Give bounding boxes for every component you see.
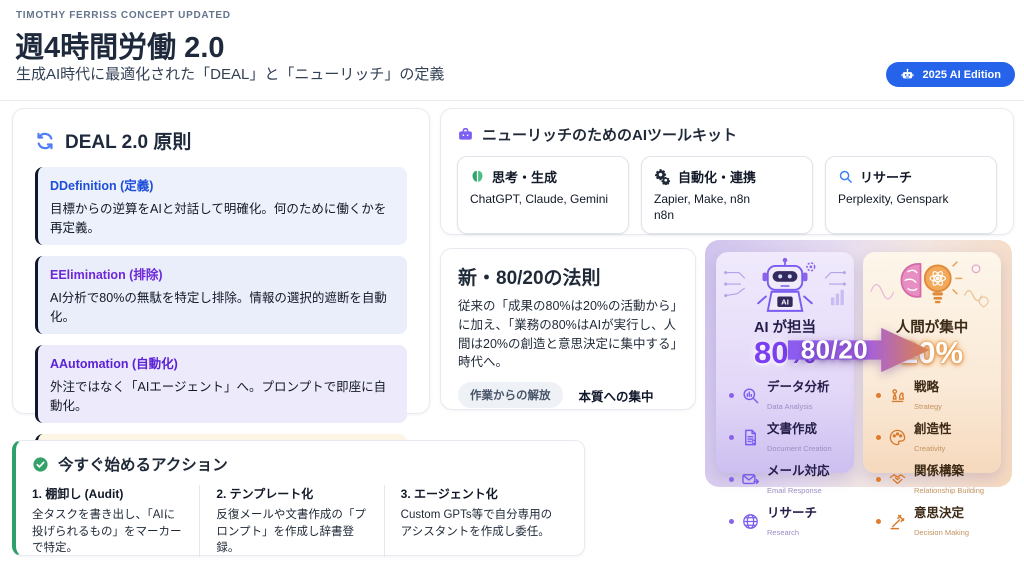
task-label-en: Research	[767, 528, 799, 537]
law-8020-card: 新・80/20の法則 従来の「成果の80%は20%の活動から」に加え、「業務の8…	[440, 248, 696, 410]
human-task-item: 創造性 Creativity	[876, 420, 1001, 456]
deal-item-definition: DDefinition (定義) 目標からの逆算をAIと対話して明確化。何のため…	[35, 167, 407, 245]
toolkit-card-title: 思考・生成	[492, 167, 557, 186]
deal-principles-card: DEAL 2.0 原則 DDefinition (定義) 目標からの逆算をAIと…	[12, 108, 430, 414]
law-tag-release: 作業からの解放	[458, 382, 563, 408]
toolkit-card-title: 自動化・連携	[678, 167, 756, 186]
task-label-en: Data Analysis	[767, 402, 812, 411]
ratio-label: 80/20	[788, 335, 882, 366]
bullet-dot	[729, 519, 734, 524]
task-label-jp: 意思決定	[914, 506, 964, 520]
toolkit-card-tools: Zapier, Make, n8n n8n	[654, 192, 800, 223]
task-label-jp: データ分析	[767, 380, 830, 394]
ai-task-item: リサーチ Research	[729, 504, 854, 540]
brain-bulb-illustration	[863, 257, 1001, 315]
decision-gavel-icon	[887, 511, 908, 532]
law-tag-focus: 本質への集中	[579, 386, 654, 405]
header-divider	[0, 100, 1024, 101]
check-circle-icon	[32, 456, 49, 473]
brain-icon	[470, 169, 485, 184]
deal-item-desc: 外注ではなく「AIエージェント」へ。プロンプトで即座に自動化。	[50, 376, 395, 414]
edition-badge: 2025 AI Edition	[886, 62, 1015, 87]
deal-item-desc: AI分析で80%の無駄を特定し排除。情報の選択的遮断を自動化。	[50, 287, 395, 325]
email-response-icon	[740, 469, 761, 490]
ratio-arrow: 80/20	[788, 326, 930, 374]
search-icon	[838, 169, 853, 184]
ai-task-item: メール対応 Email Response	[729, 462, 854, 498]
ai-task-item: データ分析 Data Analysis	[729, 378, 854, 414]
task-label-en: Relationship Building	[914, 486, 984, 495]
deal-item-title: AAutomation (自動化)	[50, 353, 395, 372]
page-subtitle: 生成AI時代に最適化された「DEAL」と「ニューリッチ」の定義	[16, 63, 444, 84]
actions-card: 今すぐ始めるアクション 1. 棚卸し (Audit) 全タスクを書き出し、「AI…	[12, 440, 585, 556]
task-label-en: Strategy	[914, 402, 942, 411]
human-task-item: 関係構築 Relationship Building	[876, 462, 1001, 498]
toolkit-heading: ニューリッチのためのAIツールキット	[482, 124, 737, 145]
action-step-title: 3. エージェント化	[401, 485, 554, 502]
task-label-en: Document Creation	[767, 444, 832, 453]
bullet-dot	[876, 435, 881, 440]
action-step-title: 1. 棚卸し (Audit)	[32, 485, 185, 502]
law-title: 新・80/20の法則	[458, 263, 678, 290]
split-8020-graphic: AI AI が担当 80% データ分析Data Analysis	[705, 240, 1012, 487]
task-label-en: Decision Making	[914, 528, 969, 537]
task-label-jp: 創造性	[914, 422, 952, 436]
ai-toolkit-card: ニューリッチのためのAIツールキット 思考・生成 ChatGPT, Claude…	[440, 108, 1014, 235]
data-analysis-icon	[740, 385, 761, 406]
action-step-desc: Custom GPTs等で自分専用のアシスタントを作成し委任。	[401, 507, 554, 540]
task-label-jp: 戦略	[914, 380, 939, 394]
toolkit-card-tools: ChatGPT, Claude, Gemini	[470, 192, 616, 208]
bullet-dot	[876, 393, 881, 398]
human-task-item: 戦略 Strategy	[876, 378, 1001, 414]
robot-illustration: AI	[716, 257, 854, 315]
task-label-jp: メール対応	[767, 464, 830, 478]
task-label-jp: 関係構築	[914, 464, 964, 478]
toolkit-card-automation: 自動化・連携 Zapier, Make, n8n n8n	[641, 156, 813, 234]
toolbox-icon	[457, 126, 474, 143]
deal-item-automation: AAutomation (自動化) 外注ではなく「AIエージェント」へ。プロンプ…	[35, 345, 407, 423]
toolkit-card-title: リサーチ	[860, 167, 912, 186]
page-title: 週4時間労働 2.0	[15, 24, 225, 66]
gears-icon	[654, 168, 671, 185]
research-globe-icon	[740, 511, 761, 532]
strategy-chess-icon	[887, 385, 908, 406]
relationship-handshake-icon	[887, 469, 908, 490]
creativity-palette-icon	[887, 427, 908, 448]
action-step-agent: 3. エージェント化 Custom GPTs等で自分専用のアシスタントを作成し委…	[384, 485, 568, 557]
actions-heading: 今すぐ始めるアクション	[58, 453, 228, 475]
deal-item-title: EElimination (排除)	[50, 264, 395, 283]
action-step-desc: 全タスクを書き出し、「AIに投げられるもの」をマーカーで特定。	[32, 507, 185, 557]
human-task-item: 意思決定 Decision Making	[876, 504, 1001, 540]
action-step-desc: 反復メールや文書作成の「プロンプト」を作成し辞書登録。	[216, 507, 369, 557]
bullet-dot	[876, 519, 881, 524]
action-step-title: 2. テンプレート化	[216, 485, 369, 502]
task-label-jp: リサーチ	[767, 506, 817, 520]
eyebrow-text: TIMOTHY FERRISS CONCEPT UPDATED	[16, 10, 231, 21]
action-step-audit: 1. 棚卸し (Audit) 全タスクを書き出し、「AIに投げられるもの」をマー…	[32, 485, 199, 557]
robot-icon	[900, 67, 915, 82]
action-step-template: 2. テンプレート化 反復メールや文書作成の「プロンプト」を作成し辞書登録。	[199, 485, 383, 557]
bullet-dot	[876, 477, 881, 482]
document-creation-icon	[740, 427, 761, 448]
task-label-en: Creativity	[914, 444, 945, 453]
bullet-dot	[729, 477, 734, 482]
deal-item-title: DDefinition (定義)	[50, 175, 395, 194]
deal-heading: DEAL 2.0 原則	[65, 127, 191, 154]
edition-badge-label: 2025 AI Edition	[923, 69, 1001, 81]
ai-task-item: 文書作成 Document Creation	[729, 420, 854, 456]
bullet-dot	[729, 393, 734, 398]
infographic-page: TIMOTHY FERRISS CONCEPT UPDATED 週4時間労働 2…	[0, 0, 1024, 561]
deal-item-desc: 目標からの逆算をAIと対話して明確化。何のために働くかを再定義。	[50, 198, 395, 236]
svg-text:AI: AI	[781, 298, 789, 307]
toolkit-card-thinking: 思考・生成 ChatGPT, Claude, Gemini	[457, 156, 629, 234]
toolkit-card-tools: Perplexity, Genspark	[838, 192, 984, 208]
task-label-en: Email Response	[767, 486, 822, 495]
deal-item-elimination: EElimination (排除) AI分析で80%の無駄を特定し排除。情報の選…	[35, 256, 407, 334]
refresh-icon	[35, 131, 55, 151]
toolkit-card-research: リサーチ Perplexity, Genspark	[825, 156, 997, 234]
law-body: 従来の「成果の80%は20%の活動から」に加え、「業務の80%はAIが実行し、人…	[458, 297, 678, 372]
bullet-dot	[729, 435, 734, 440]
task-label-jp: 文書作成	[767, 422, 817, 436]
